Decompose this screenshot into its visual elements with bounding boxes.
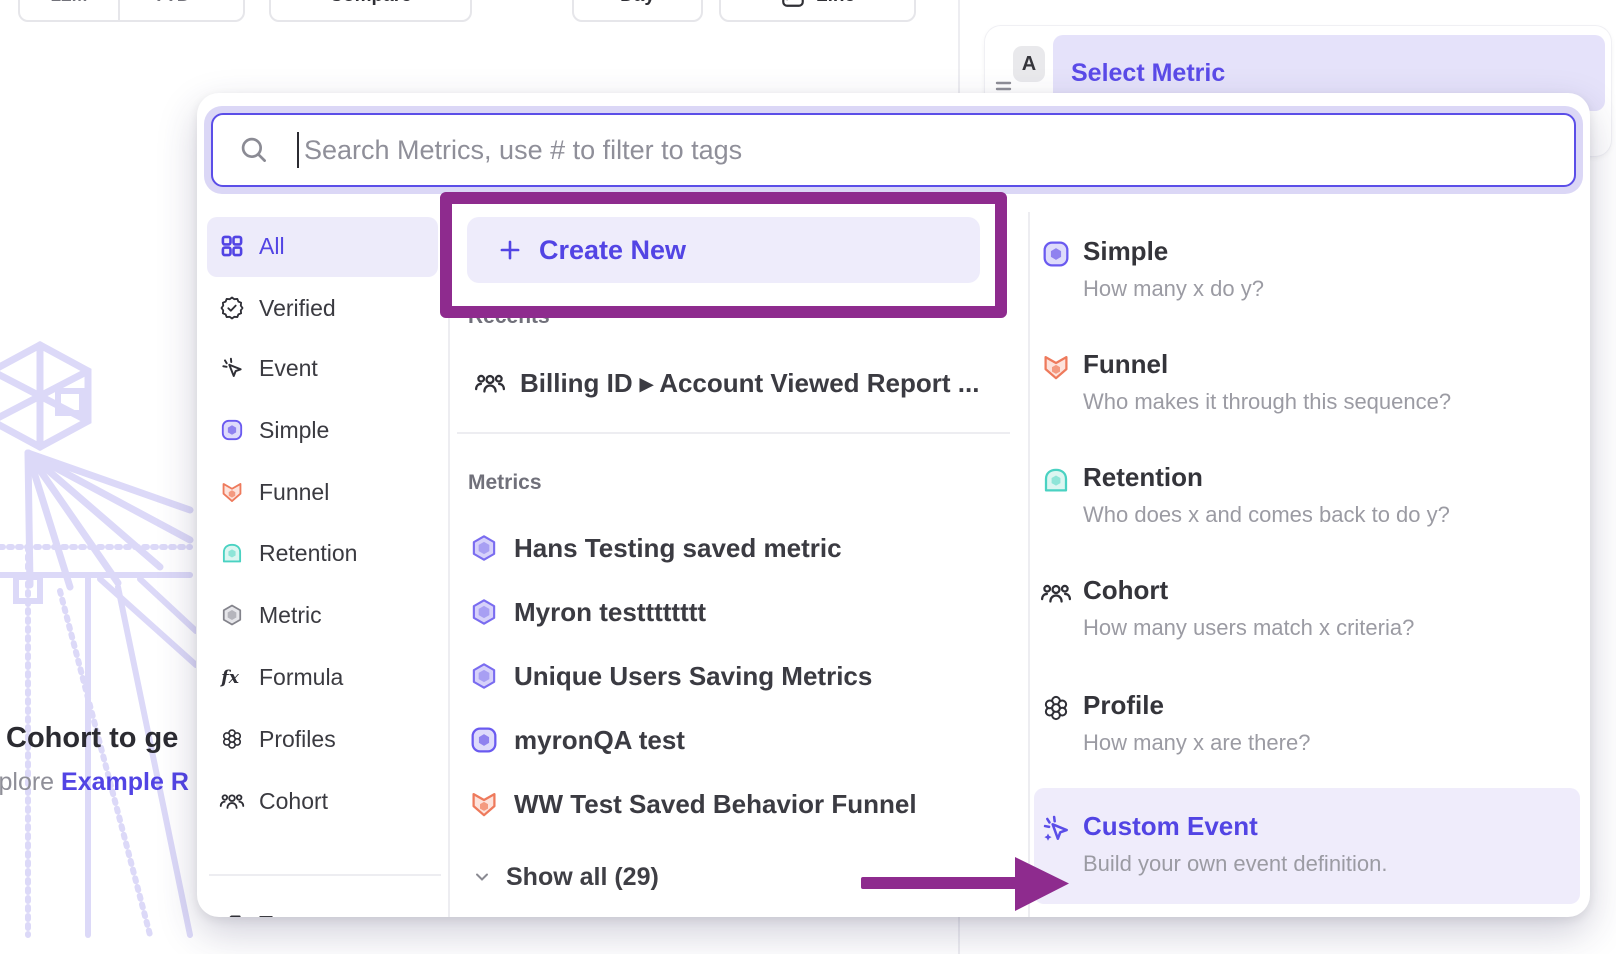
verified-badge-icon <box>219 295 245 321</box>
search-input[interactable]: Search Metrics, use # to filter to tags <box>211 113 1576 187</box>
sidebar-item-formula[interactable]: fx Formula <box>197 655 447 699</box>
sidebar-item-event[interactable]: Event <box>197 346 447 390</box>
show-all-toggle[interactable]: Show all (29) <box>468 855 868 899</box>
profiles-flower-icon <box>1040 692 1072 724</box>
explore-line: xplore Example R <box>0 768 198 797</box>
saved-metric-icon <box>468 532 500 564</box>
simple-metric-icon <box>219 417 245 443</box>
sidebar-item-profiles[interactable]: Profiles <box>197 717 447 761</box>
metric-list-item[interactable]: WW Test Saved Behavior Funnel <box>468 782 1008 826</box>
recent-item[interactable]: Billing ID ▸ Account Viewed Report ... <box>474 361 1014 405</box>
annotation-arrow <box>855 850 1080 920</box>
screen: 12M YTD Compare Day Line <box>0 0 1616 954</box>
sidebar-item-cohort[interactable]: Cohort <box>197 779 447 823</box>
sidebar-item-metric[interactable]: Metric <box>197 593 447 637</box>
retention-metric-icon <box>219 540 245 566</box>
cohort-people-icon <box>474 367 506 399</box>
profiles-flower-icon <box>219 726 245 752</box>
sidebar-item-all[interactable]: All <box>197 224 447 268</box>
metrics-header: Metrics <box>468 471 542 495</box>
metric-list-item[interactable]: Hans Testing saved metric <box>468 526 1008 570</box>
range-ytd-button[interactable]: YTD <box>120 0 243 7</box>
simple-metric-icon <box>1040 238 1072 270</box>
sidebar-item-funnel[interactable]: Funnel <box>197 470 447 514</box>
funnel-metric-icon <box>1040 351 1072 383</box>
series-a-badge: A <box>1013 46 1045 82</box>
date-range-segmented[interactable]: 12M YTD <box>18 0 245 22</box>
metric-list-item[interactable]: Myron testttttttt <box>468 590 1008 634</box>
sidebar-bottom-divider <box>209 874 441 876</box>
grid-icon <box>219 233 245 259</box>
saved-metric-icon <box>468 660 500 692</box>
background-wireframe-illustration <box>0 335 196 954</box>
event-cursor-icon <box>219 355 245 381</box>
formula-fx-icon: fx <box>219 664 245 690</box>
range-12m-button[interactable]: 12M <box>20 0 118 7</box>
saved-metric-icon <box>219 602 245 628</box>
annotation-rectangle <box>440 192 1007 318</box>
recents-metrics-divider <box>457 432 1010 434</box>
funnel-metric-icon <box>219 479 245 505</box>
types-divider <box>1028 212 1030 917</box>
text-cursor <box>297 132 299 168</box>
metric-list-item[interactable]: Unique Users Saving Metrics <box>468 654 1008 698</box>
line-chart-icon <box>780 0 806 9</box>
compare-button[interactable]: Compare <box>269 0 472 22</box>
retention-metric-icon <box>1040 464 1072 496</box>
granularity-day-button[interactable]: Day <box>572 0 703 22</box>
sidebar-item-verified[interactable]: Verified <box>197 286 447 330</box>
example-reports-link[interactable]: Example R <box>61 768 189 796</box>
cohort-people-icon <box>219 788 245 814</box>
chart-type-line-button[interactable]: Line <box>719 0 916 22</box>
cohort-people-icon <box>1040 577 1072 609</box>
sidebar-item-simple[interactable]: Simple <box>197 408 447 452</box>
search-focus-ring: Search Metrics, use # to filter to tags <box>204 106 1583 194</box>
custom-event-highlight <box>1034 788 1580 904</box>
metric-list-item[interactable]: myronQA test <box>468 718 1008 762</box>
search-icon <box>237 133 271 167</box>
sidebar-item-retention[interactable]: Retention <box>197 531 447 575</box>
sidebar-item-tags[interactable]: Tags <box>197 902 447 917</box>
search-placeholder: Search Metrics, use # to filter to tags <box>304 135 742 166</box>
simple-metric-icon <box>468 724 500 756</box>
chevron-down-icon <box>197 0 211 3</box>
saved-metric-icon <box>468 596 500 628</box>
svg-text:fx: fx <box>219 668 239 688</box>
funnel-metric-icon <box>468 788 500 820</box>
empty-state-headline-fragment: Cohort to ge <box>6 722 198 755</box>
custom-event-icon <box>1040 813 1072 845</box>
tag-icon <box>219 911 245 917</box>
chevron-down-icon <box>472 867 492 887</box>
